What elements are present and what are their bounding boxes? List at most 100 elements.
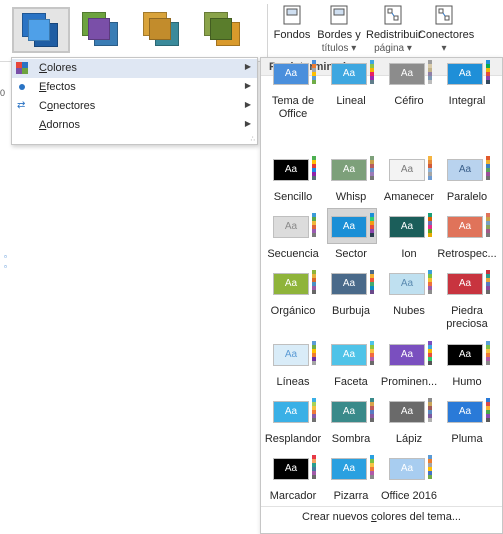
menu-item-efectos[interactable]: Efectos ▶ xyxy=(12,78,257,97)
theme-tile[interactable]: Aa Burbuja xyxy=(322,265,380,321)
theme-tile[interactable]: Aa Whisp xyxy=(322,151,380,207)
theme-tile[interactable]: Aa Secuencia xyxy=(264,208,322,264)
theme-tile[interactable]: Aa Marcador xyxy=(264,450,322,506)
menu-item-conectores[interactable]: ⇄ Conectores ▶ xyxy=(12,97,257,116)
connectors-icon xyxy=(435,5,453,25)
theme-name: Pizarra xyxy=(333,490,369,502)
color-swatch xyxy=(312,418,316,422)
theme-preview: Aa xyxy=(443,265,493,301)
ribbon-button-label: Redistribuir xyxy=(366,29,422,41)
colors-icon xyxy=(16,62,28,74)
theme-tile[interactable]: Aa Sector xyxy=(322,208,380,264)
theme-thumbnail: Aa xyxy=(447,344,483,366)
theme-tile[interactable]: Aa Lápiz xyxy=(380,393,438,449)
redistribute-page-icon xyxy=(384,5,402,25)
theme-color-strip xyxy=(428,270,432,294)
theme-variant-1[interactable] xyxy=(12,7,70,53)
theme-preview: Aa xyxy=(327,208,377,244)
theme-tile[interactable]: Aa Amanecer xyxy=(380,151,438,207)
menu-item-label: Efectos xyxy=(39,81,76,93)
theme-preview: Aa xyxy=(385,393,435,429)
theme-sample-text: Aa xyxy=(458,221,472,232)
theme-tile[interactable]: Aa Retrospec... xyxy=(437,208,497,264)
submenu-arrow-icon: ▶ xyxy=(244,100,251,109)
theme-name: Sencillo xyxy=(273,191,313,203)
variant-swatch xyxy=(28,19,50,41)
menu-item-colores[interactable]: Colores ▶ xyxy=(12,59,257,78)
theme-tile[interactable]: Aa Resplandor xyxy=(264,393,322,449)
color-swatch xyxy=(312,176,316,180)
color-swatch xyxy=(428,475,432,479)
theme-thumbnail: Aa xyxy=(331,401,367,423)
theme-tile[interactable]: Aa Sencillo xyxy=(264,151,322,207)
theme-thumbnail: Aa xyxy=(273,401,309,423)
theme-tile[interactable]: Aa Piedra preciosa xyxy=(438,265,496,330)
theme-name: Sector xyxy=(335,248,367,260)
theme-preview: Aa xyxy=(269,265,319,301)
resize-grip-icon[interactable]: ∴ xyxy=(251,135,255,143)
theme-name: Resplandor xyxy=(264,433,322,445)
theme-tile[interactable]: Aa Pluma xyxy=(438,393,496,449)
menu-item-adornos[interactable]: Adornos ▶ xyxy=(12,116,257,135)
color-swatch xyxy=(486,361,490,365)
theme-variant-4[interactable] xyxy=(195,7,253,53)
theme-sample-text: Aa xyxy=(284,164,298,175)
theme-color-strip xyxy=(486,213,490,237)
theme-tile[interactable]: Aa Tema de Office xyxy=(264,55,322,120)
color-swatch xyxy=(370,475,374,479)
theme-tile[interactable]: Aa Lineal xyxy=(322,55,380,111)
theme-preview: Aa xyxy=(269,55,319,91)
theme-preview: Aa xyxy=(269,208,319,244)
theme-color-strip xyxy=(428,398,432,422)
theme-name: Orgánico xyxy=(270,305,316,317)
color-swatch xyxy=(370,361,374,365)
theme-name: Amanecer xyxy=(383,191,435,203)
theme-variant-2[interactable] xyxy=(73,7,131,53)
theme-tile[interactable]: Aa Pizarra xyxy=(322,450,380,506)
theme-sample-text: Aa xyxy=(284,463,298,474)
theme-tile[interactable]: Aa Humo xyxy=(438,336,496,392)
theme-thumbnail: Aa xyxy=(389,401,425,423)
theme-sample-text: Aa xyxy=(400,406,414,417)
theme-preview: Aa xyxy=(327,55,377,91)
redistribute-page-button[interactable]: Redistribuir página ▾ xyxy=(366,4,422,55)
theme-name: Marcador xyxy=(269,490,317,502)
theme-preview: Aa xyxy=(327,450,377,486)
ribbon-button-label: Bordes y xyxy=(317,29,361,41)
variant-swatch xyxy=(88,18,110,40)
theme-sample-text: Aa xyxy=(400,221,414,232)
background-button[interactable]: Fondos xyxy=(272,4,312,42)
theme-name: Whisp xyxy=(335,191,367,203)
theme-thumbnail: Aa xyxy=(273,273,309,295)
connectors-button[interactable]: Conectores ▾ xyxy=(418,4,475,55)
theme-tile[interactable]: Aa Céfiro xyxy=(380,55,438,111)
theme-name: Líneas xyxy=(276,376,310,388)
theme-tile[interactable]: Aa Ion xyxy=(380,208,438,264)
theme-thumbnail: Aa xyxy=(389,458,425,480)
theme-tile[interactable]: Aa Líneas xyxy=(264,336,322,392)
create-theme-colors-link[interactable]: Crear nuevos colores del tema... xyxy=(261,506,502,526)
theme-preview: Aa xyxy=(269,151,319,187)
color-swatch xyxy=(312,361,316,365)
theme-color-strip xyxy=(370,60,374,84)
connection-point-icon: ▫ xyxy=(4,262,7,271)
theme-name: Lápiz xyxy=(395,433,423,445)
theme-tile[interactable]: Aa Paralelo xyxy=(438,151,496,207)
theme-preview: Aa xyxy=(385,55,435,91)
color-swatch xyxy=(370,290,374,294)
theme-thumbnail: Aa xyxy=(331,216,367,238)
theme-tile[interactable]: Aa Prominen... xyxy=(380,336,438,392)
theme-variant-3[interactable] xyxy=(134,7,192,53)
borders-titles-button[interactable]: Bordes y títulos ▾ xyxy=(311,4,367,55)
ribbon-button-label: Conectores xyxy=(418,29,475,41)
theme-name: Ion xyxy=(401,248,417,260)
theme-tile[interactable]: Aa Orgánico xyxy=(264,265,322,321)
theme-thumbnail: Aa xyxy=(331,458,367,480)
color-swatch xyxy=(370,80,374,84)
theme-tile[interactable]: Aa Sombra xyxy=(322,393,380,449)
variant-swatch xyxy=(149,18,171,40)
theme-tile[interactable]: Aa Office 2016 xyxy=(380,450,438,506)
theme-tile[interactable]: Aa Integral xyxy=(438,55,496,111)
theme-tile[interactable]: Aa Nubes xyxy=(380,265,438,321)
theme-tile[interactable]: Aa Faceta xyxy=(322,336,380,392)
